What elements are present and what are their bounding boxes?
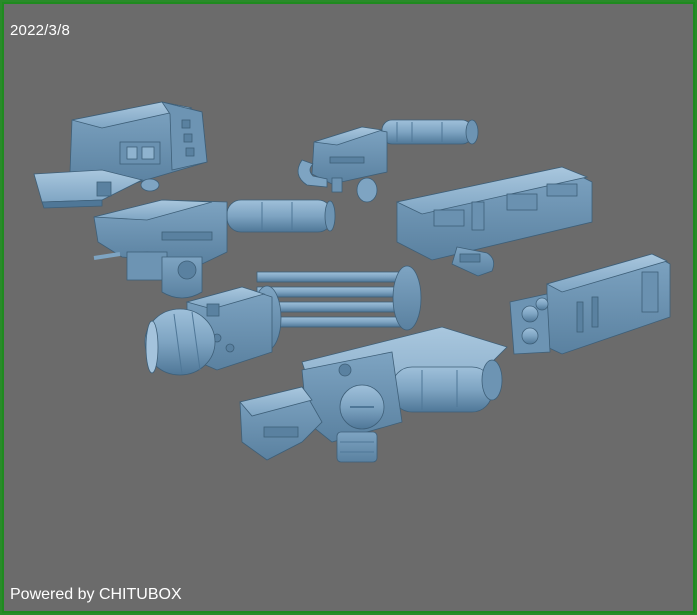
powered-by-watermark: Powered by CHITUBOX <box>10 586 182 603</box>
model-missile-launcher[interactable] <box>395 166 593 277</box>
model-power-pack[interactable] <box>509 253 671 355</box>
3d-viewport[interactable]: 2022/3/8 Powered by CHITUBOX <box>2 2 695 613</box>
model-scope-sight[interactable] <box>33 101 208 209</box>
model-plasma-pistol[interactable] <box>297 119 479 203</box>
model-scene[interactable] <box>2 2 695 613</box>
timestamp-label: 2022/3/8 <box>10 22 70 39</box>
model-heavy-bolter[interactable] <box>239 326 508 463</box>
model-heavy-plasma-gun[interactable] <box>93 199 336 299</box>
